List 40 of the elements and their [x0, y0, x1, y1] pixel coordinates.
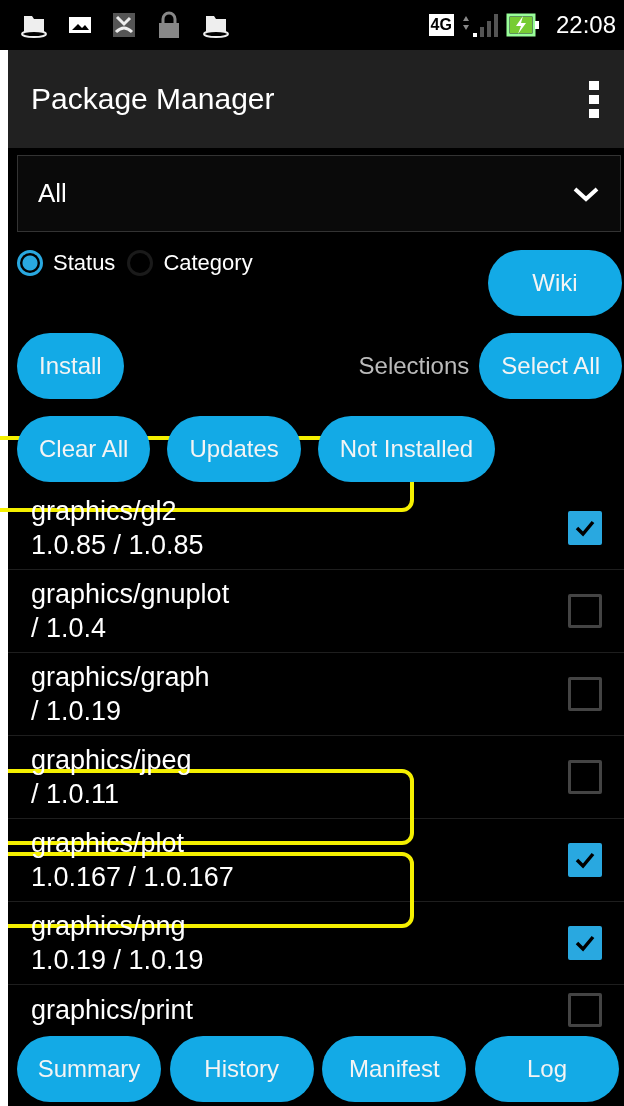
bottom-button[interactable]: Log: [474, 1036, 619, 1102]
checkbox[interactable]: [568, 594, 602, 628]
select-all-button[interactable]: Select All: [479, 333, 622, 399]
app-title: Package Manager: [31, 82, 275, 116]
filter-button[interactable]: Not Installed: [317, 416, 496, 482]
package-name: graphics/print: [31, 994, 194, 1027]
checkbox[interactable]: [568, 926, 602, 960]
package-version: / 1.0.19: [31, 695, 123, 728]
package-version: 1.0.85 / 1.0.85: [31, 529, 204, 562]
package-name: graphics/graph: [31, 661, 210, 694]
filter-dropdown[interactable]: All: [17, 155, 621, 232]
checkbox[interactable]: [568, 677, 602, 711]
bottom-button[interactable]: Manifest: [322, 1036, 467, 1102]
package-name: graphics/gnuplot: [31, 578, 230, 611]
wiki-button[interactable]: Wiki: [488, 250, 622, 316]
package-version: / 1.0.11: [31, 778, 121, 811]
selections-label: Selections: [358, 352, 470, 380]
package-version: / 1.0.4: [31, 612, 108, 645]
image-icon: [68, 15, 92, 35]
checkbox[interactable]: [568, 993, 602, 1027]
network-type: 4G: [428, 14, 454, 36]
filter-button[interactable]: Updates: [167, 416, 301, 482]
install-button[interactable]: Install: [17, 333, 124, 399]
filter-button[interactable]: Clear All: [17, 416, 151, 482]
missed-call-icon: [112, 12, 136, 38]
package-name: graphics/jpeg: [31, 744, 192, 777]
radio-option[interactable]: Status: [17, 250, 116, 276]
bottom-button[interactable]: History: [169, 1036, 314, 1102]
clock-time: 22:08: [555, 11, 616, 39]
radio-option[interactable]: Category: [127, 250, 253, 276]
checkbox[interactable]: [568, 511, 602, 545]
checkbox[interactable]: [568, 843, 602, 877]
lock-icon: [156, 11, 182, 39]
more-options-icon[interactable]: [588, 80, 600, 118]
bottom-button[interactable]: Summary: [17, 1036, 161, 1102]
package-version: 1.0.167 / 1.0.167: [31, 861, 234, 894]
checkbox[interactable]: [568, 760, 602, 794]
chevron-down-icon: [572, 185, 600, 202]
package-version: 1.0.19 / 1.0.19: [31, 944, 204, 977]
battery-charging-icon: [505, 13, 540, 37]
